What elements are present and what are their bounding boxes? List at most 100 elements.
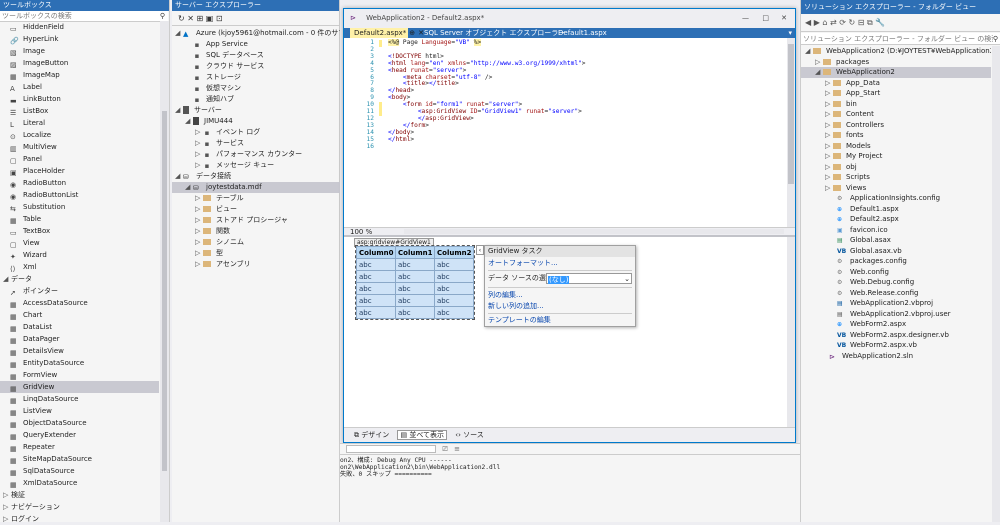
toolbox-item-panel[interactable]: ▢ Panel — [0, 153, 159, 165]
toolbox-item-xml[interactable]: ⟨⟩ Xml — [0, 261, 159, 273]
toolbox-item-pointer[interactable]: ➚ ポインター — [0, 285, 159, 297]
tree-db-item[interactable]: ▷ シノニム — [172, 237, 340, 248]
grid-cell[interactable]: abc — [395, 258, 435, 271]
grid-cell[interactable]: abc — [356, 306, 396, 319]
tree-solution-root[interactable]: ◢ WebApplication2 (D:¥JOYTEST¥WebApplicat… — [801, 46, 991, 57]
tree-folder-my-project[interactable]: ▷ My Project — [801, 151, 991, 162]
close-button[interactable]: ✕ — [781, 9, 787, 28]
maximize-button[interactable]: □ — [762, 9, 769, 28]
tree-file[interactable]: VB WebForm2.aspx.vb — [801, 340, 991, 351]
toolbox-group-navigation[interactable]: ▷ ナビゲーション — [0, 501, 159, 513]
solution-scrollbar[interactable] — [992, 46, 1000, 522]
pin-icon[interactable]: ⊕ — [409, 29, 415, 37]
toolbox-item-repeater[interactable]: ▦ Repeater — [0, 441, 159, 453]
toolbox-item-linkbutton[interactable]: ▬ LinkButton — [0, 93, 159, 105]
search-icon[interactable]: ⚲ — [992, 33, 998, 44]
tasks-edit-templates-link[interactable]: テンプレートの編集 — [485, 315, 635, 326]
tree-data-connections[interactable]: ◢ ⛁ データ接続 — [172, 171, 340, 182]
toolbox-item-radiobutton[interactable]: ◉ RadioButton — [0, 177, 159, 189]
tree-file[interactable]: ⚙ Web.config — [801, 267, 991, 278]
view-split-tab[interactable]: ▤ 並べて表示 — [397, 430, 448, 440]
tree-file[interactable]: ⊕ WebForm2.aspx — [801, 319, 991, 330]
toolbox-item-listbox[interactable]: ☰ ListBox — [0, 105, 159, 117]
tasks-add-column-link[interactable]: 新しい列の追加... — [485, 301, 635, 312]
tree-file[interactable]: VB Global.asax.vb — [801, 246, 991, 257]
tree-folder-content[interactable]: ▷ Content — [801, 109, 991, 120]
tree-folder-obj[interactable]: ▷ obj — [801, 162, 991, 173]
toolbox-group-login[interactable]: ▷ ログイン — [0, 513, 159, 525]
toolbox-item-queryextender[interactable]: ▦ QueryExtender — [0, 429, 159, 441]
toolbox-item-placeholder[interactable]: ▣ PlaceHolder — [0, 165, 159, 177]
toolbox-item-detailsview[interactable]: ▦ DetailsView — [0, 345, 159, 357]
toolbox-group-validation[interactable]: ▷ 検証 — [0, 489, 159, 501]
tree-file[interactable]: ⚙ ApplicationInsights.config — [801, 193, 991, 204]
tree-project[interactable]: ◢ WebApplication2 — [801, 67, 991, 78]
tree-db-item[interactable]: ▷ 関数 — [172, 226, 340, 237]
grid-cell[interactable]: abc — [434, 294, 474, 307]
back-icon[interactable]: ◀ — [805, 18, 811, 27]
toolbox-item-objectdatasource[interactable]: ▦ ObjectDataSource — [0, 417, 159, 429]
toolbox-item-multiview[interactable]: ▥ MultiView — [0, 141, 159, 153]
tree-db-item[interactable]: ▷ アセンブリ — [172, 259, 340, 270]
clear-all-icon[interactable]: ⎚ — [442, 445, 448, 453]
connect-server-icon[interactable]: ▣ — [206, 14, 214, 23]
tree-item[interactable]: ▪ App Service — [172, 39, 340, 50]
toolbox-item-gridview[interactable]: ▦ GridView — [0, 381, 159, 393]
tree-file[interactable]: ⚙ packages.config — [801, 256, 991, 267]
grid-cell[interactable]: abc — [395, 306, 435, 319]
collapse-all-icon[interactable]: ⊟ — [858, 18, 865, 27]
refresh-icon[interactable]: ↻ — [178, 14, 185, 23]
tab-default1[interactable]: Default1.aspx — [558, 28, 607, 38]
tree-servers[interactable]: ◢ サーバー — [172, 105, 340, 116]
tree-file[interactable]: ▣ favicon.ico — [801, 225, 991, 236]
tree-db-item[interactable]: ▷ ストアド プロシージャ — [172, 215, 340, 226]
switch-views-icon[interactable]: ⇄ — [830, 18, 837, 27]
toolbox-item-view[interactable]: ▢ View — [0, 237, 159, 249]
toolbox-scrollbar[interactable] — [160, 21, 169, 522]
tree-file[interactable]: ▤ Global.asax — [801, 235, 991, 246]
show-all-files-icon[interactable]: ⧉ — [867, 18, 873, 27]
toolbox-item-imagebutton[interactable]: ▨ ImageButton — [0, 57, 159, 69]
stop-icon[interactable]: ✕ — [187, 14, 194, 23]
tree-item[interactable]: ▷ ▪ パフォーマンス カウンター — [172, 149, 340, 160]
tasks-edit-columns-link[interactable]: 列の編集... — [485, 289, 635, 301]
design-scrollbar[interactable] — [787, 237, 795, 427]
toolbox-item-accessdatasource[interactable]: ▦ AccessDataSource — [0, 297, 159, 309]
tree-folder-controllers[interactable]: ▷ Controllers — [801, 120, 991, 131]
tree-item[interactable]: ▷ ▪ イベント ログ — [172, 127, 340, 138]
tree-machine[interactable]: ◢ JIMU444 — [172, 116, 340, 127]
toolbox-item-imagemap[interactable]: ▦ ImageMap — [0, 69, 159, 81]
toolbox-item-localize[interactable]: ⊙ Localize — [0, 129, 159, 141]
tree-item[interactable]: ▷ ▪ メッセージ キュー — [172, 160, 340, 171]
solution-search[interactable]: ソリューション エクスプローラー - フォルダー ビュー の検索 (Ctrl+;… — [801, 33, 1000, 45]
tree-azure[interactable]: ◢▲Azure (kjoy5961@hotmail.com - 0 件のサブスク — [172, 28, 340, 39]
code-editor[interactable]: 1 2 3 4 5 6 7 8 9 10 11 12 13 14 15 16 <%@ Page Languag… — [344, 38, 787, 227]
tree-db-item[interactable]: ▷ テーブル — [172, 193, 340, 204]
sync-icon[interactable]: ⟳ — [839, 18, 846, 27]
toolbox-item-image[interactable]: ▧ Image — [0, 45, 159, 57]
grid-cell[interactable]: abc — [356, 270, 396, 283]
connect-db-icon[interactable]: ⊞ — [197, 14, 204, 23]
grid-cell[interactable]: abc — [434, 306, 474, 319]
tree-folder-views[interactable]: ▷ Views — [801, 183, 991, 194]
tree-folder-app_start[interactable]: ▷ App_Start — [801, 88, 991, 99]
toolbox-item-listview[interactable]: ▦ ListView — [0, 405, 159, 417]
tree-db-item[interactable]: ▷ ビュー — [172, 204, 340, 215]
tree-item[interactable]: ▪ ストレージ — [172, 72, 340, 83]
toolbox-item-chart[interactable]: ▦ Chart — [0, 309, 159, 321]
tree-item[interactable]: ▪ SQL データベース — [172, 50, 340, 61]
toolbox-item-hyperlink[interactable]: 🔗 HyperLink — [0, 33, 159, 45]
grid-cell[interactable]: abc — [434, 270, 474, 283]
toolbox-item-datalist[interactable]: ▦ DataList — [0, 321, 159, 333]
tree-file[interactable]: ▤ WebApplication2.vbproj — [801, 298, 991, 309]
toolbox-item-substitution[interactable]: ⇆ Substitution — [0, 201, 159, 213]
grid-cell[interactable]: abc — [356, 294, 396, 307]
output-source-dropdown[interactable] — [346, 445, 436, 453]
tab-sql-server-explorer[interactable]: SQL Server オブジェクト エクスプローラー — [424, 28, 565, 38]
toolbox-item-entitydatasource[interactable]: ▦ EntityDataSource — [0, 357, 159, 369]
forward-icon[interactable]: ▶ — [814, 18, 820, 27]
azure-icon[interactable]: ⊡ — [216, 14, 223, 23]
grid-header-cell[interactable]: Column2 — [434, 246, 474, 259]
grid-header-cell[interactable]: Column1 — [395, 246, 435, 259]
grid-cell[interactable]: abc — [395, 270, 435, 283]
